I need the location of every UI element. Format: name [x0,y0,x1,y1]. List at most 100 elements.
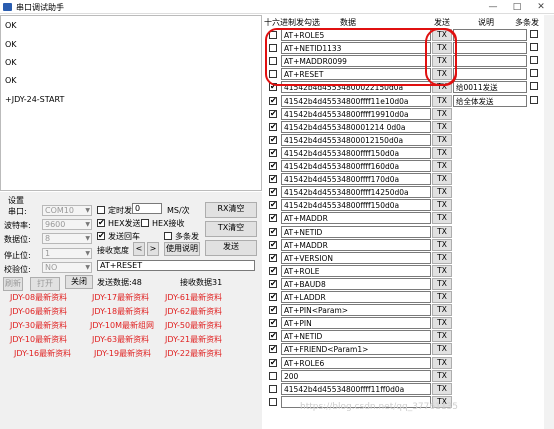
link-jdy19[interactable]: JDY-19最新资料 [94,348,151,359]
row-data-input[interactable]: AT+PIN<Param> [281,304,431,317]
row-multi-checkbox[interactable] [530,56,538,65]
receive-log[interactable]: OK OK OK OK +JDY-24-START [0,15,262,191]
row-data-input[interactable]: AT+ROLE6 [281,356,431,369]
row-hex-checkbox[interactable]: ✔ [269,240,277,249]
row-tx-button[interactable]: TX [432,330,452,343]
link-jdy62[interactable]: JDY-62最新资料 [165,306,222,317]
row-tx-button[interactable]: TX [432,264,452,277]
row-hex-checkbox[interactable]: ✔ [269,148,277,157]
row-tx-button[interactable]: TX [432,291,452,303]
databits-select[interactable]: 8 ▼ [42,233,92,244]
multi-send-checkbox[interactable] [164,232,172,240]
close-button[interactable]: ✕ [531,0,551,14]
row-hex-checkbox[interactable]: ✔ [269,319,277,328]
hex-send-checkbox[interactable]: ✔ [97,219,105,227]
hex-recv-checkbox[interactable] [141,219,149,227]
send-newline-checkbox[interactable]: ✔ [97,232,105,240]
link-jdy30[interactable]: JDY-30最新资料 [10,320,67,331]
row-data-input[interactable]: 41542b4d45534800ffff19910d0a [281,107,431,120]
link-jdy18[interactable]: JDY-18最新资料 [92,306,149,317]
prev-button[interactable]: < [133,242,145,256]
row-hex-checkbox[interactable] [269,371,277,380]
row-note-input[interactable] [453,55,527,68]
row-tx-button[interactable]: TX [432,186,452,199]
row-hex-checkbox[interactable]: ✔ [269,293,277,301]
row-tx-button[interactable]: TX [432,225,452,238]
scrollbar[interactable] [544,15,554,429]
tx-clear-button[interactable]: TX清空 [205,221,257,237]
send-button[interactable]: 发送 [205,240,257,256]
send-input[interactable]: AT+RESET [97,260,255,271]
row-hex-checkbox[interactable]: ✔ [269,306,277,315]
row-tx-button[interactable]: TX [432,107,452,120]
row-hex-checkbox[interactable] [269,397,277,406]
timed-send-checkbox[interactable] [97,206,105,214]
baud-select[interactable]: 9600 ▼ [42,219,92,230]
parity-select[interactable]: NO ▼ [42,262,92,273]
row-hex-checkbox[interactable]: ✔ [269,345,277,354]
row-tx-button[interactable]: TX [432,160,452,172]
row-data-input[interactable]: AT+NETID [281,330,431,343]
row-data-input[interactable]: 41542b4d45534800ffff14250d0a [281,186,431,199]
row-data-input[interactable]: AT+LADDR [281,291,431,303]
row-multi-checkbox[interactable] [530,30,538,38]
row-multi-checkbox[interactable] [530,95,538,104]
row-hex-checkbox[interactable] [269,384,277,393]
row-hex-checkbox[interactable]: ✔ [269,96,277,105]
link-jdy63[interactable]: JDY-63最新资料 [92,334,149,345]
row-tx-button[interactable]: TX [432,317,452,330]
link-jdy08[interactable]: JDY-08最新资料 [10,292,67,303]
link-jdy50[interactable]: JDY-50最新资料 [165,320,222,331]
row-note-input[interactable]: 给全体发送 [453,94,527,107]
link-jdy06[interactable]: JDY-06最新资料 [10,306,67,317]
row-tx-button[interactable]: TX [432,199,452,212]
row-tx-button[interactable]: TX [432,146,452,159]
open-port-button[interactable]: 打开 [30,277,60,291]
row-hex-checkbox[interactable]: ✔ [269,266,277,275]
row-hex-checkbox[interactable]: ✔ [269,162,277,170]
row-hex-checkbox[interactable]: ✔ [269,109,277,118]
row-multi-checkbox[interactable] [530,43,538,52]
usage-button[interactable]: 使用说明 [164,242,200,256]
row-data-input[interactable]: AT+BAUD8 [281,277,431,290]
row-tx-button[interactable]: TX [432,94,452,107]
row-data-input[interactable]: 41542b4d45534800ffff160d0a [281,160,431,172]
row-note-input[interactable]: 给0011发送 [453,81,527,94]
row-note-input[interactable] [453,68,527,81]
port-select[interactable]: COM10 ▼ [42,205,92,216]
row-data-input[interactable]: 41542b4d45534800ffff150d0a [281,199,431,212]
row-hex-checkbox[interactable]: ✔ [269,358,277,367]
link-jdy21[interactable]: JDY-21最新资料 [165,334,222,345]
row-data-input[interactable]: AT+FRIEND<Param1> [281,343,431,356]
row-hex-checkbox[interactable]: ✔ [269,175,277,184]
row-tx-button[interactable]: TX [432,251,452,264]
row-hex-checkbox[interactable]: ✔ [269,122,277,131]
row-data-input[interactable]: AT+MADDR [281,238,431,251]
row-note-input[interactable] [453,42,527,55]
row-data-input[interactable]: 41542b4d45534800ffff11e10d0a [281,94,431,107]
row-hex-checkbox[interactable]: ✔ [269,201,277,210]
row-tx-button[interactable]: TX [432,369,452,382]
row-tx-button[interactable]: TX [432,304,452,317]
link-jdy10m[interactable]: JDY-10M最新组网 [90,320,154,331]
row-hex-checkbox[interactable]: ✔ [269,188,277,197]
link-jdy61[interactable]: JDY-61最新资料 [165,292,222,303]
row-multi-checkbox[interactable] [530,69,538,78]
row-hex-checkbox[interactable]: ✔ [269,227,277,236]
row-data-input[interactable]: 41542b4d45534800012150d0a [281,133,431,146]
row-hex-checkbox[interactable]: ✔ [269,332,277,341]
link-jdy17[interactable]: JDY-17最新资料 [92,292,149,303]
row-tx-button[interactable]: TX [432,120,452,133]
row-data-input[interactable]: AT+VERSION [281,251,431,264]
timed-send-input[interactable]: 0 [132,203,162,214]
row-tx-button[interactable]: TX [432,173,452,186]
maximize-button[interactable]: □ [507,0,527,14]
stopbits-select[interactable]: 1 ▼ [42,248,92,259]
row-tx-button[interactable]: TX [432,382,452,395]
next-button[interactable]: > [147,242,159,256]
close-port-button[interactable]: 关闭 [65,275,93,289]
row-data-input[interactable]: 41542b4d45534800ffff150d0a [281,146,431,159]
row-tx-button[interactable]: TX [432,277,452,290]
row-data-input[interactable]: 41542b4d4553480001214 0d0a [281,120,431,133]
row-tx-button[interactable]: TX [432,238,452,251]
